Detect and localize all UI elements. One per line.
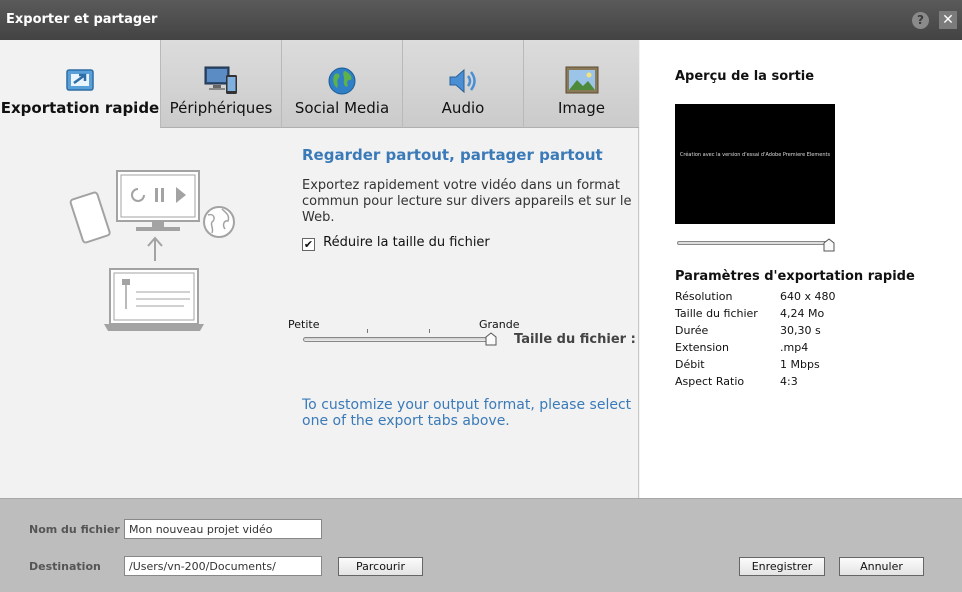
filename-label: Nom du fichier: [29, 523, 120, 536]
param-row: Taille du fichier 4,24 Mo: [675, 305, 836, 322]
params-title: Paramètres d'exportation rapide: [675, 269, 915, 284]
customize-hint: To customize your output format, please …: [302, 397, 632, 429]
filename-input[interactable]: Mon nouveau projet vidéo: [124, 519, 322, 539]
tab-label: Exportation rapide: [0, 99, 160, 117]
reduce-size-label: Réduire la taille du fichier: [323, 235, 490, 250]
trial-watermark: Création avec la version d'essai d'Adobe…: [679, 152, 831, 158]
picture-icon: [565, 66, 599, 98]
quick-export-content: Regarder partout, partager partout Expor…: [302, 146, 632, 251]
share-illustration-icon: [66, 165, 241, 379]
param-row: Aspect Ratio 4:3: [675, 373, 836, 390]
tab-audio[interactable]: Audio: [402, 40, 523, 128]
tab-devices[interactable]: Périphériques: [160, 40, 281, 128]
param-key: Extension: [675, 341, 730, 354]
tab-social-media[interactable]: Social Media: [281, 40, 402, 128]
param-key: Aspect Ratio: [675, 375, 745, 388]
section-heading: Regarder partout, partager partout: [302, 146, 603, 164]
window-title: Exporter et partager: [6, 12, 158, 27]
destination-input[interactable]: /Users/vn-200/Documents/: [124, 556, 322, 576]
slider-tick: [367, 329, 368, 333]
quick-export-icon: [65, 66, 95, 96]
slider-max-label: Grande: [479, 318, 520, 331]
param-value: 1 Mbps: [780, 358, 820, 371]
file-size-readout: Taille du fichier : 4,24 Mo: [514, 332, 639, 347]
param-row: Durée 30,30 s: [675, 322, 836, 339]
param-row: Débit 1 Mbps: [675, 356, 836, 373]
param-row: Résolution 640 x 480: [675, 288, 836, 305]
help-icon[interactable]: ?: [912, 12, 929, 29]
cancel-button[interactable]: Annuler: [839, 557, 924, 576]
preview-title: Aperçu de la sortie: [675, 69, 815, 84]
slider-min-label: Petite: [288, 318, 320, 331]
slider-thumb[interactable]: [485, 331, 497, 346]
file-size-slider-area: Petite Grande Taille du fichier : 4,24 M…: [288, 318, 639, 358]
param-value: .mp4: [780, 341, 809, 354]
footer-bar: Nom du fichier Mon nouveau projet vidéo …: [0, 498, 962, 592]
slider-tick: [429, 329, 430, 333]
tab-label: Audio: [441, 99, 485, 117]
reduce-size-option[interactable]: ✔ Réduire la taille du fichier: [302, 235, 490, 251]
param-key: Résolution: [675, 290, 733, 303]
param-value: 30,30 s: [780, 324, 821, 337]
destination-label: Destination: [29, 560, 101, 573]
browse-button[interactable]: Parcourir: [338, 557, 423, 576]
param-key: Taille du fichier: [675, 307, 758, 320]
preview-scrubber[interactable]: [677, 241, 829, 245]
section-description: Exportez rapidement votre vidéo dans un …: [302, 178, 632, 225]
title-bar: Exporter et partager ? ✕: [0, 0, 962, 40]
param-value: 4,24 Mo: [780, 307, 825, 320]
devices-icon: [204, 66, 238, 100]
tab-label: Périphériques: [169, 99, 273, 117]
preview-video: Création avec la version d'essai d'Adobe…: [675, 104, 835, 224]
file-size-slider[interactable]: [303, 337, 492, 342]
close-icon[interactable]: ✕: [939, 11, 957, 29]
tab-image[interactable]: Image: [523, 40, 639, 128]
output-preview-panel: Aperçu de la sortie Création avec la ver…: [640, 40, 962, 498]
params-list: Résolution 640 x 480 Taille du fichier 4,2…: [675, 288, 836, 390]
param-value: 4:3: [780, 375, 798, 388]
save-button[interactable]: Enregistrer: [739, 557, 825, 576]
tab-label: Image: [558, 99, 605, 117]
scrubber-thumb[interactable]: [823, 237, 835, 252]
reduce-size-checkbox[interactable]: ✔: [302, 238, 315, 251]
tab-label: Social Media: [294, 99, 390, 117]
param-value: 640 x 480: [780, 290, 836, 303]
globe-icon: [327, 66, 357, 100]
param-key: Débit: [675, 358, 705, 371]
param-key: Durée: [675, 324, 709, 337]
param-row: Extension .mp4: [675, 339, 836, 356]
speaker-icon: [447, 66, 479, 100]
tab-quick-export[interactable]: Exportation rapide: [0, 40, 160, 128]
tab-bar: Exportation rapide Périphériques Social …: [0, 40, 639, 128]
